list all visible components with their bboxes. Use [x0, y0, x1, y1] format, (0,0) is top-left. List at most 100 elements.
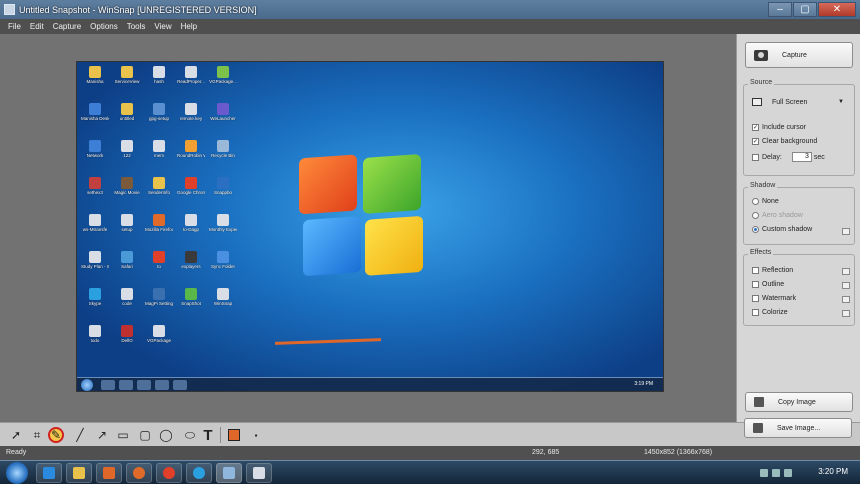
watermark-option[interactable]: Watermark: [752, 295, 796, 302]
desktop-icon[interactable]: SnapShot: [177, 288, 205, 306]
clear-background-checkbox[interactable]: ✓: [752, 138, 759, 145]
desktop-icon[interactable]: Magic Movie: [113, 177, 141, 195]
shadow-none-option[interactable]: None: [752, 198, 779, 205]
include-cursor-checkbox[interactable]: ✓: [752, 124, 759, 131]
save-image-button[interactable]: Save Image...: [744, 418, 852, 438]
watermark-checkbox[interactable]: [752, 295, 759, 302]
desktop-icon[interactable]: SenderInfo: [145, 177, 173, 195]
include-cursor-option[interactable]: ✓ Include cursor: [752, 124, 806, 131]
text-icon[interactable]: T: [200, 427, 216, 444]
shadow-none-radio[interactable]: [752, 198, 759, 205]
delay-option[interactable]: Delay: 3 sec: [752, 152, 825, 162]
reflection-settings-button[interactable]: [842, 268, 850, 275]
more-icon[interactable]: ▪: [248, 427, 264, 443]
skype-taskbar-button[interactable]: [186, 463, 212, 483]
color-swatch[interactable]: [226, 427, 242, 443]
desktop-icon[interactable]: to: [145, 251, 173, 269]
capture-button[interactable]: Capture: [745, 42, 853, 68]
desktop-icon[interactable]: Mozilla Firefox: [145, 214, 173, 232]
outline-option[interactable]: Outline: [752, 281, 784, 288]
source-mode-dropdown[interactable]: Full Screen ▼: [752, 95, 844, 109]
desktop-icon[interactable]: ReadProper...: [177, 66, 205, 84]
desktop-icon[interactable]: Snappbo: [209, 177, 237, 195]
start-orb-icon[interactable]: [6, 462, 28, 484]
desktop-icon[interactable]: Manisha Desktop: [81, 103, 109, 121]
shadow-custom-option[interactable]: Custom shadow: [752, 226, 852, 233]
colorize-settings-button[interactable]: [842, 310, 850, 317]
chrome-taskbar-button[interactable]: [156, 463, 182, 483]
outline-settings-button[interactable]: [842, 282, 850, 289]
rounded-rectangle-icon[interactable]: ▢: [137, 427, 153, 443]
desktop-icon[interactable]: todo: [81, 325, 109, 343]
shadow-aero-radio[interactable]: [752, 212, 759, 219]
menu-file[interactable]: File: [8, 22, 21, 31]
reflection-checkbox[interactable]: [752, 267, 759, 274]
shadow-settings-button[interactable]: [842, 228, 850, 235]
desktop-icon[interactable]: Recycle Bin: [209, 140, 237, 158]
reflection-option[interactable]: Reflection: [752, 267, 793, 274]
desktop-icon[interactable]: WeLauncher: [209, 103, 237, 121]
firefox-taskbar-button[interactable]: [126, 463, 152, 483]
watermark-settings-button[interactable]: [842, 296, 850, 303]
desktop-icon[interactable]: RoundRobin Windows...: [177, 140, 205, 158]
menu-options[interactable]: Options: [90, 22, 118, 31]
delay-stepper[interactable]: 3: [791, 152, 812, 162]
desktop-icon[interactable]: MagPi Settings: [145, 288, 173, 306]
desktop-icon[interactable]: gpg-setup: [145, 103, 173, 121]
desktop-icon[interactable]: to-Dagp: [177, 214, 205, 232]
arrow-icon[interactable]: ↗: [94, 427, 110, 443]
desktop-icon[interactable]: sethex3: [81, 177, 109, 195]
ellipse-icon[interactable]: ◯: [158, 427, 174, 443]
maximize-button[interactable]: ▢: [793, 2, 817, 17]
tray-network-icon[interactable]: [772, 469, 780, 477]
menu-view[interactable]: View: [154, 22, 171, 31]
canvas-area[interactable]: Manisha ServiceView hash ReadProper... VGPac…: [0, 34, 736, 422]
outline-checkbox[interactable]: [752, 281, 759, 288]
shadow-aero-option[interactable]: Aero shadow: [752, 212, 803, 219]
desktop-icon[interactable]: 122: [113, 140, 141, 158]
desktop-icon[interactable]: setup: [113, 214, 141, 232]
ellipse-filled-icon[interactable]: ⬭: [182, 427, 198, 443]
desktop-icon[interactable]: mem: [145, 140, 173, 158]
colorize-option[interactable]: Colorize: [752, 309, 788, 316]
desktop-icon[interactable]: Network: [81, 140, 109, 158]
snapshot-image[interactable]: Manisha ServiceView hash ReadProper... VGPac…: [76, 61, 664, 392]
desktop-icon[interactable]: code: [113, 288, 141, 306]
desktop-icon[interactable]: explayers: [177, 251, 205, 269]
tray-flag-icon[interactable]: [760, 469, 768, 477]
desktop-icon[interactable]: DellO: [113, 325, 141, 343]
delay-checkbox[interactable]: [752, 153, 759, 161]
desktop-icon[interactable]: Safari: [113, 251, 141, 269]
desktop-icon[interactable]: ws-Mtransfe: [81, 214, 109, 232]
desktop-icon[interactable]: remote.key: [177, 103, 205, 121]
desktop-icon[interactable]: Google Chrome: [177, 177, 205, 195]
desktop-icon[interactable]: untitled: [113, 103, 141, 121]
close-button[interactable]: ✕: [818, 2, 856, 17]
copy-image-button[interactable]: Copy Image: [745, 392, 853, 412]
shadow-custom-radio[interactable]: [752, 226, 759, 233]
desktop-icon[interactable]: Sync Folder: [209, 251, 237, 269]
taskbar-clock[interactable]: 3:20 PM: [818, 467, 848, 476]
desktop-icon[interactable]: VGPackage...: [209, 66, 237, 84]
desktop-icon[interactable]: WinSnap: [209, 288, 237, 306]
colorize-checkbox[interactable]: [752, 309, 759, 316]
clear-background-option[interactable]: ✓ Clear background: [752, 138, 817, 145]
menu-help[interactable]: Help: [181, 22, 197, 31]
explorer-taskbar-button[interactable]: [66, 463, 92, 483]
desktop-icon[interactable]: Study Plan - Shared: [81, 251, 109, 269]
menu-edit[interactable]: Edit: [30, 22, 44, 31]
highlighter-icon[interactable]: ✎: [48, 427, 64, 443]
winsnap-taskbar-button[interactable]: [216, 463, 242, 483]
menu-capture[interactable]: Capture: [53, 22, 81, 31]
select-icon[interactable]: ➚: [8, 427, 24, 443]
minimize-button[interactable]: –: [768, 2, 792, 17]
menu-tools[interactable]: Tools: [127, 22, 146, 31]
desktop-icon[interactable]: Manisha: [81, 66, 109, 84]
ie-taskbar-button[interactable]: [36, 463, 62, 483]
line-icon[interactable]: ╱: [72, 427, 88, 443]
tray-volume-icon[interactable]: [784, 469, 792, 477]
rectangle-icon[interactable]: ▭: [115, 427, 131, 443]
crop-icon[interactable]: ⌗: [29, 427, 45, 443]
desktop-icon[interactable]: hash: [145, 66, 173, 84]
desktop-icon[interactable]: Monthly Expense...: [209, 214, 237, 232]
